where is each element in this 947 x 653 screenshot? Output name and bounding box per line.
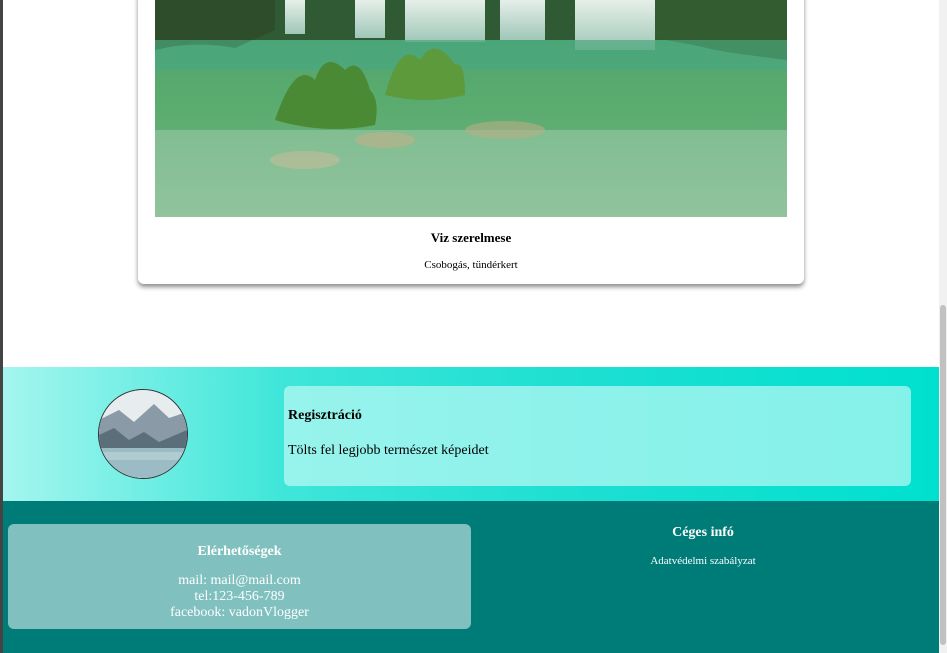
- registration-title: Regisztráció: [288, 408, 362, 423]
- avatar: [98, 389, 188, 479]
- card-title: Viz szerelmese: [430, 230, 512, 245]
- privacy-policy-link[interactable]: Adatvédelmi szabályzat: [473, 555, 933, 567]
- company-title: Céges infó: [672, 525, 734, 540]
- footer: Elérhetőségek mail: mail@mail.com tel:12…: [3, 501, 939, 653]
- scrollbar-thumb[interactable]: [940, 305, 946, 645]
- contact-tel: tel:123-456-789: [194, 589, 285, 604]
- contact-mail: mail: mail@mail.com: [178, 573, 301, 588]
- photo-card: Viz szerelmese Csobogás, tündérkert: [138, 0, 804, 284]
- registration-text: Tölts fel legjobb természet képeidet: [288, 443, 489, 458]
- registration-box[interactable]: Regisztráció Tölts fel legjobb természet…: [284, 386, 911, 486]
- contact-facebook: facebook: vadonVlogger: [170, 605, 309, 620]
- card-subtitle: Csobogás, tündérkert: [424, 259, 518, 271]
- contact-box: Elérhetőségek mail: mail@mail.com tel:12…: [8, 524, 471, 629]
- waterfall-photo: [155, 0, 787, 217]
- registration-band: Regisztráció Tölts fel legjobb természet…: [3, 367, 939, 501]
- contact-title: Elérhetőségek: [197, 544, 282, 559]
